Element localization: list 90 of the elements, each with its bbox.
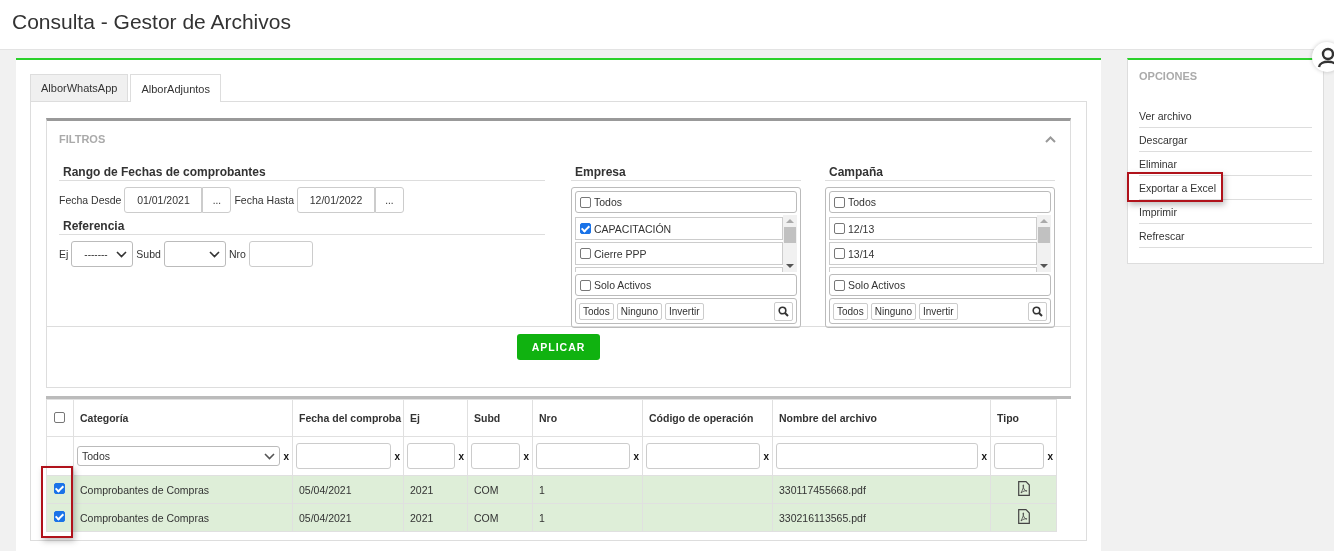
checkbox-option[interactable]: 12/13 <box>829 217 1037 240</box>
clear-filter-button[interactable]: x <box>1047 450 1053 462</box>
chevron-down-icon <box>208 250 220 258</box>
clear-filter-button[interactable]: x <box>458 450 464 462</box>
date-picker-button[interactable]: ... <box>375 187 404 213</box>
checkbox-option[interactable]: Todos <box>575 191 797 213</box>
search-button[interactable] <box>774 301 793 321</box>
select-button[interactable]: Ninguno <box>616 302 662 320</box>
option-link[interactable]: Exportar a Excel <box>1139 181 1217 194</box>
table-cell: COM <box>474 511 499 524</box>
filter-field[interactable] <box>536 443 631 469</box>
filter-field[interactable] <box>296 443 392 469</box>
chevron-down-icon <box>264 452 276 460</box>
dropdown[interactable] <box>163 241 226 267</box>
table-cell: 05/04/2021 <box>299 483 352 496</box>
scrollbar[interactable] <box>783 215 797 272</box>
select-button[interactable]: Ninguno <box>870 302 916 320</box>
search-button[interactable] <box>1028 301 1047 321</box>
option-link[interactable]: Descargar <box>1139 133 1188 146</box>
clear-filter-button[interactable]: x <box>763 450 769 462</box>
column-header[interactable]: Nombre del archivo <box>779 412 878 424</box>
search-icon <box>778 305 789 317</box>
column-header[interactable]: Categoría <box>80 412 129 424</box>
tab[interactable]: AlborAdjuntos <box>130 74 221 102</box>
select-button[interactable]: Todos <box>579 302 614 320</box>
number-field[interactable] <box>248 241 313 267</box>
date-picker-button[interactable]: ... <box>202 187 232 213</box>
table-cell: 1 <box>539 483 545 496</box>
table-cell: 330117455668.pdf <box>779 483 866 496</box>
clear-filter-button[interactable]: x <box>523 450 529 462</box>
collapse-icon[interactable] <box>1045 135 1056 143</box>
page-title: Consulta - Gestor de Archivos <box>12 10 292 34</box>
table-cell: 2021 <box>410 511 434 524</box>
field-label: Fecha Desde <box>59 194 122 206</box>
table-cell: 1 <box>539 511 545 524</box>
table-cell: Comprobantes de Compras <box>80 511 209 524</box>
option-link[interactable]: Refrescar <box>1139 229 1185 242</box>
column-header[interactable]: Tipo <box>997 412 1019 424</box>
filter-dropdown[interactable]: Todos <box>77 446 281 466</box>
row-checkbox[interactable] <box>54 483 65 494</box>
field-label: Ej <box>59 248 69 260</box>
column-header[interactable]: Ej <box>410 412 420 424</box>
select-button[interactable]: Todos <box>833 302 868 320</box>
table-cell: 330216113565.pdf <box>779 511 866 524</box>
checkbox-option[interactable]: Solo Activos <box>829 274 1051 296</box>
select-all-checkbox[interactable] <box>54 411 65 423</box>
checkbox-option[interactable]: Solo Activos <box>575 274 797 296</box>
filter-field[interactable] <box>407 443 456 469</box>
clear-filter-button[interactable]: x <box>633 450 639 462</box>
field-label: Fecha Hasta <box>234 194 294 206</box>
pdf-file-icon[interactable] <box>1017 509 1030 524</box>
pdf-file-icon[interactable] <box>1017 481 1030 496</box>
field-label: Subd <box>136 248 161 260</box>
section-heading: Empresa <box>571 165 801 181</box>
column-header[interactable]: Subd <box>474 412 501 424</box>
row-checkbox[interactable] <box>54 511 65 522</box>
filter-field[interactable] <box>994 443 1045 469</box>
table-cell: 2021 <box>410 483 434 496</box>
field-label: Nro <box>228 248 246 260</box>
option-link[interactable]: Imprimir <box>1139 205 1177 218</box>
checkbox-option[interactable]: 13/14 <box>829 242 1037 265</box>
clear-filter-button[interactable]: x <box>394 450 400 462</box>
table-cell: Comprobantes de Compras <box>80 483 209 496</box>
options-title: OPCIONES <box>1139 70 1199 82</box>
checkbox-option[interactable]: CAPACITACIÓN <box>575 217 783 240</box>
checkbox-option[interactable]: Todos <box>829 191 1051 213</box>
checkbox-option[interactable]: Cierre PPP <box>575 242 783 265</box>
option-link[interactable]: Eliminar <box>1139 157 1177 170</box>
section-heading: Campaña <box>825 165 1055 181</box>
table-cell: 05/04/2021 <box>299 511 352 524</box>
scrollbar[interactable] <box>1037 215 1051 272</box>
filter-field[interactable] <box>471 443 521 469</box>
select-button[interactable]: Invertir <box>918 302 958 320</box>
search-icon <box>1032 305 1043 317</box>
column-header[interactable]: Nro <box>539 412 558 424</box>
date-field[interactable]: 01/01/2021 <box>124 187 203 213</box>
section-heading: Rango de Fechas de comprobantes <box>59 165 545 181</box>
filter-field[interactable] <box>646 443 761 469</box>
tab[interactable]: AlborWhatsApp <box>30 74 129 101</box>
filters-title: FILTROS <box>59 133 106 145</box>
clear-filter-button[interactable]: x <box>283 450 289 462</box>
filter-field[interactable] <box>776 443 979 469</box>
date-field[interactable]: 12/01/2022 <box>297 187 375 213</box>
table-cell: COM <box>474 483 499 496</box>
clear-filter-button[interactable]: x <box>981 450 987 462</box>
chevron-down-icon <box>116 250 128 258</box>
dropdown[interactable]: ------- <box>71 241 134 267</box>
section-heading: Referencia <box>59 219 545 235</box>
option-link[interactable]: Ver archivo <box>1139 109 1192 122</box>
select-button[interactable]: Invertir <box>664 302 704 320</box>
